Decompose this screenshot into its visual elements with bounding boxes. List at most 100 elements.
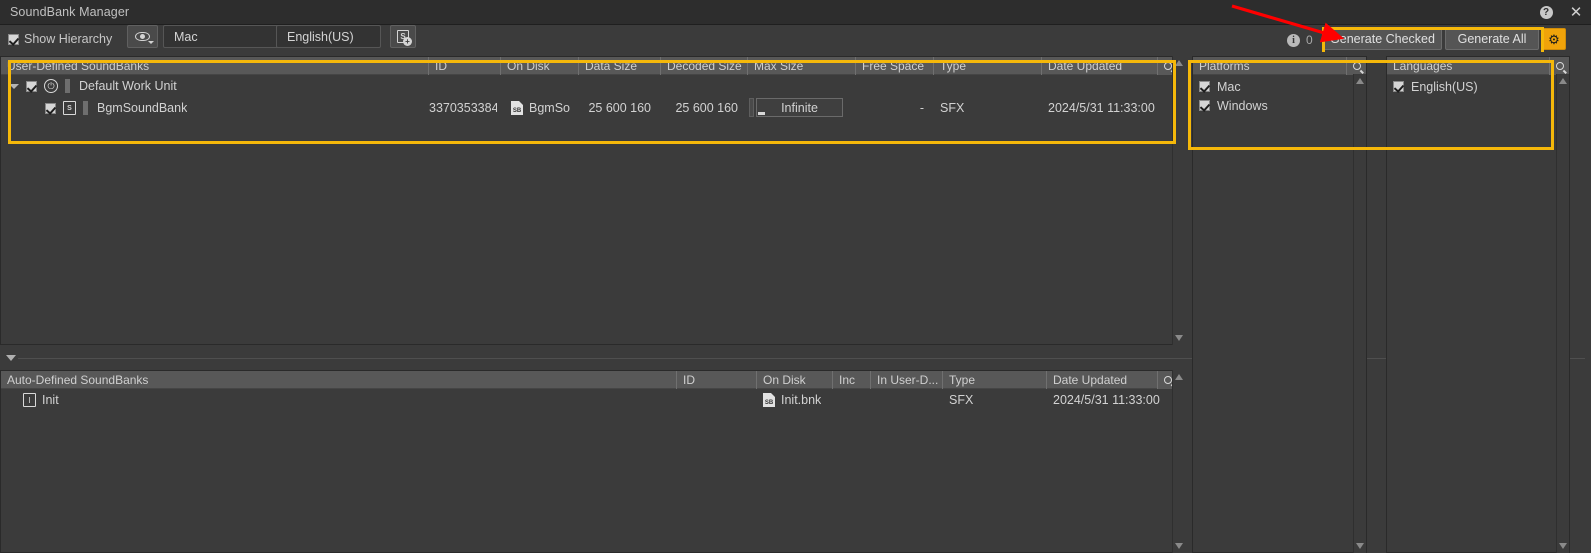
bnk-file-icon: SB bbox=[511, 101, 523, 115]
cell-max-size[interactable]: Infinite bbox=[756, 98, 843, 117]
show-hierarchy-checkbox[interactable]: Show Hierarchy bbox=[8, 32, 112, 46]
cell-type: SFX bbox=[949, 393, 974, 407]
row-label: BgmSoundBank bbox=[97, 101, 188, 115]
column-header-free-space[interactable]: Free Space bbox=[856, 56, 934, 75]
platform-item-label: Windows bbox=[1217, 98, 1268, 113]
new-soundbank-button[interactable]: S + bbox=[390, 25, 416, 48]
column-header-date-updated[interactable]: Date Updated bbox=[1042, 57, 1170, 75]
scroll-up-arrow-icon[interactable] bbox=[1175, 374, 1183, 380]
scroll-up-arrow-icon[interactable] bbox=[1356, 78, 1364, 84]
column-header-max-size[interactable]: Max Size bbox=[748, 56, 856, 75]
platform-item-windows[interactable]: Windows bbox=[1193, 96, 1352, 115]
max-size-gauge bbox=[749, 98, 754, 117]
show-hierarchy-checkbox-box bbox=[8, 33, 19, 45]
language-item-english-us[interactable]: English(US) bbox=[1387, 77, 1555, 96]
platform-item-mac[interactable]: Mac bbox=[1193, 77, 1352, 96]
cell-on-disk-label: Init.bnk bbox=[781, 393, 822, 407]
platforms-vertical-scrollbar[interactable] bbox=[1353, 74, 1366, 553]
column-header-date-updated[interactable]: Date Updated bbox=[1047, 371, 1170, 389]
plus-badge-icon: + bbox=[403, 37, 412, 46]
title-bar: SoundBank Manager ? ✕ bbox=[0, 0, 1591, 25]
language-item-checkbox[interactable] bbox=[1393, 81, 1404, 92]
languages-panel-title: Languages bbox=[1393, 58, 1453, 73]
scroll-down-arrow-icon[interactable] bbox=[1175, 335, 1183, 341]
scroll-down-arrow-icon[interactable] bbox=[1356, 543, 1364, 549]
cell-data-size: 25 600 160 bbox=[588, 101, 651, 115]
scroll-up-arrow-icon[interactable] bbox=[1175, 60, 1183, 66]
settings-gear-button[interactable]: ⚙ bbox=[1542, 28, 1566, 50]
generate-checked-button[interactable]: Generate Checked bbox=[1323, 28, 1442, 50]
column-header-on-disk[interactable]: On Disk bbox=[501, 56, 579, 75]
platforms-search-button[interactable] bbox=[1346, 57, 1366, 75]
language-selector[interactable]: English(US) bbox=[276, 25, 381, 48]
search-icon bbox=[1555, 62, 1564, 70]
cell-type: SFX bbox=[940, 101, 965, 115]
bnk-file-icon: SB bbox=[763, 393, 775, 407]
user-defined-column-headers: User-Defined SoundBanks ID On Disk Data Siz… bbox=[1, 56, 1177, 75]
toolbar: Show Hierarchy Mac English(US) S + i 0 G… bbox=[0, 25, 1591, 55]
chevron-down-icon bbox=[148, 41, 154, 44]
info-icon: i bbox=[1287, 33, 1300, 47]
scroll-down-arrow-icon[interactable] bbox=[1175, 543, 1183, 549]
twisty-spacer bbox=[28, 103, 38, 113]
table-row[interactable]: S BgmSoundBank 3370353384 SB BgmSo 25 600 160… bbox=[1, 97, 1177, 119]
color-swatch bbox=[83, 101, 88, 115]
platform-item-label: Mac bbox=[1217, 79, 1241, 94]
column-header-type[interactable]: Type bbox=[934, 56, 1042, 75]
platforms-panel: Platforms Mac Windows bbox=[1192, 56, 1367, 553]
row-checkbox[interactable] bbox=[45, 102, 56, 114]
platform-item-checkbox[interactable] bbox=[1199, 100, 1210, 111]
search-icon bbox=[1163, 376, 1172, 384]
column-header-id[interactable]: ID bbox=[429, 56, 501, 75]
cell-on-disk: SB Init.bnk bbox=[763, 393, 821, 407]
column-header-on-disk[interactable]: On Disk bbox=[757, 370, 833, 389]
row-label: Default Work Unit bbox=[79, 79, 177, 93]
generate-all-button[interactable]: Generate All bbox=[1445, 28, 1539, 50]
soundbank-manager-window: SoundBank Manager ? ✕ Show Hierarchy Mac… bbox=[0, 0, 1591, 553]
row-name-cell: S BgmSoundBank bbox=[28, 101, 187, 115]
column-header-in-user-d[interactable]: In User-D... bbox=[871, 370, 943, 389]
user-defined-vertical-scrollbar[interactable] bbox=[1172, 56, 1185, 345]
work-unit-icon: ⏻ bbox=[44, 79, 58, 93]
row-name-cell: ⏻ Default Work Unit bbox=[9, 79, 177, 93]
column-header-inc[interactable]: Inc bbox=[833, 370, 871, 389]
column-header-id[interactable]: ID bbox=[677, 370, 757, 389]
scroll-down-arrow-icon[interactable] bbox=[1559, 543, 1567, 549]
soundbank-add-icon: S + bbox=[397, 30, 412, 46]
languages-panel-header: Languages bbox=[1387, 57, 1569, 75]
row-checkbox[interactable] bbox=[26, 80, 37, 92]
auto-defined-soundbanks-panel: Auto-Defined SoundBanks ID On Disk Inc In Us… bbox=[0, 370, 1178, 553]
info-indicator: i 0 bbox=[1287, 33, 1313, 47]
close-icon[interactable]: ✕ bbox=[1561, 0, 1591, 25]
languages-search-button[interactable] bbox=[1549, 57, 1569, 75]
search-icon bbox=[1163, 62, 1172, 70]
language-item-label: English(US) bbox=[1411, 79, 1478, 94]
row-label: Init bbox=[42, 393, 59, 407]
table-row[interactable]: ⏻ Default Work Unit bbox=[1, 75, 1177, 97]
languages-vertical-scrollbar[interactable] bbox=[1556, 74, 1569, 553]
column-header-type[interactable]: Type bbox=[943, 370, 1047, 389]
platform-item-checkbox[interactable] bbox=[1199, 81, 1210, 92]
column-header-data-size[interactable]: Data Size bbox=[579, 56, 661, 75]
column-header-auto-defined-soundbanks[interactable]: Auto-Defined SoundBanks bbox=[1, 370, 677, 389]
scroll-up-arrow-icon[interactable] bbox=[1559, 78, 1567, 84]
gear-icon: ⚙ bbox=[1548, 31, 1560, 47]
column-header-user-defined-soundbanks[interactable]: User-Defined SoundBanks bbox=[1, 56, 429, 75]
expand-collapse-triangle-icon[interactable] bbox=[9, 83, 19, 89]
help-glyph: ? bbox=[1539, 6, 1553, 19]
init-soundbank-icon: I bbox=[23, 393, 36, 407]
visibility-toggle-button[interactable] bbox=[127, 25, 158, 48]
window-controls: ? ✕ bbox=[1531, 0, 1591, 25]
generate-all-label: Generate All bbox=[1457, 32, 1527, 46]
eye-icon bbox=[135, 32, 150, 41]
collapse-triangle-icon[interactable] bbox=[6, 355, 16, 361]
platforms-list: Mac Windows bbox=[1193, 77, 1352, 115]
auto-defined-vertical-scrollbar[interactable] bbox=[1172, 370, 1185, 553]
help-icon[interactable]: ? bbox=[1531, 0, 1561, 25]
cell-date-updated: 2024/5/31 11:33:00 bbox=[1053, 393, 1160, 407]
table-row[interactable]: I Init SB Init.bnk SFX 2024/5/31 11:33:00 bbox=[1, 389, 1177, 411]
search-icon bbox=[1352, 62, 1361, 70]
column-header-decoded-size[interactable]: Decoded Size bbox=[661, 56, 748, 75]
cell-decoded-size: 25 600 160 bbox=[675, 101, 738, 115]
close-glyph: ✕ bbox=[1569, 4, 1583, 21]
